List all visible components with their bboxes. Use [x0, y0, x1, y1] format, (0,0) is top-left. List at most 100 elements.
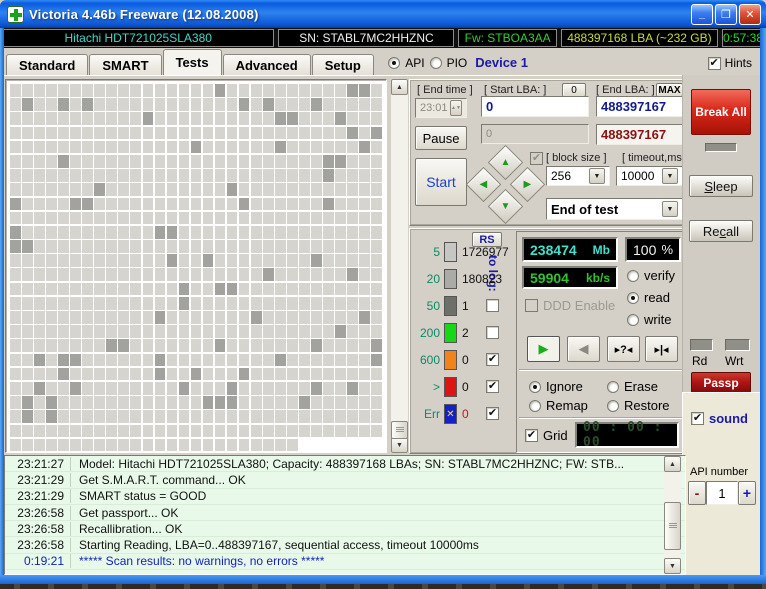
block-cell [46, 354, 57, 367]
log-entry: 23:21:29SMART status = GOOD [5, 489, 685, 505]
scan-backward-button[interactable]: ◀ [567, 336, 600, 362]
scroll-down-icon[interactable]: ▼ [391, 437, 408, 453]
read-radio[interactable] [627, 292, 639, 304]
hints-checkbox[interactable]: ✔ [708, 57, 721, 70]
end-action-dropdown[interactable]: End of test ▼ [546, 198, 683, 220]
maximize-button[interactable]: ❐ [715, 4, 737, 25]
start-lba-input[interactable]: 0 [481, 96, 589, 117]
timeout-label: [ timeout,ms ] [622, 152, 688, 164]
scan-forward-button[interactable]: ▶ [527, 336, 560, 362]
start-button[interactable]: Start [415, 158, 467, 206]
recall-button[interactable]: Recall [689, 220, 753, 242]
block-map-scrollbar[interactable]: ▲ ▼ [391, 79, 408, 453]
scroll-up-icon[interactable]: ▲ [664, 456, 681, 472]
api-number-plus-button[interactable]: + [738, 481, 756, 505]
to-log-checkbox->[interactable]: ✔ [486, 380, 499, 393]
block-cell [130, 254, 141, 267]
close-button[interactable]: ✕ [739, 4, 761, 25]
to-log-checkbox-err[interactable]: ✔ [486, 407, 499, 420]
erase-radio[interactable] [607, 381, 619, 393]
block-cell [251, 396, 262, 409]
dropdown-arrow-icon[interactable]: ▼ [589, 168, 605, 184]
remap-radio[interactable] [529, 400, 541, 412]
block-cell [82, 396, 93, 409]
tab-setup[interactable]: Setup [312, 54, 374, 75]
api-radio[interactable] [388, 57, 400, 69]
block-cell [215, 311, 226, 324]
block-cell [191, 425, 202, 438]
end-time-spinner[interactable]: 23:01 ▲▼ [415, 98, 467, 118]
scrollbar-thumb[interactable] [664, 502, 681, 550]
tab-tests[interactable]: Tests [163, 49, 222, 75]
block-cell [251, 283, 262, 296]
pad-down-button[interactable]: ▼ [488, 189, 523, 224]
pause-button[interactable]: Pause [415, 126, 467, 150]
block-cell [22, 354, 33, 367]
title-bar[interactable]: Victoria 4.46b Freeware (12.08.2008) _ ❐… [0, 0, 766, 28]
ddd-checkbox [525, 299, 538, 312]
block-cell [155, 198, 166, 211]
passp-button[interactable]: Passp [691, 372, 751, 393]
block-cell [191, 311, 202, 324]
block-cell [215, 183, 226, 196]
restore-radio[interactable] [607, 400, 619, 412]
verify-radio[interactable] [627, 270, 639, 282]
end-lba-input[interactable]: 488397167 [596, 96, 683, 117]
block-cell [311, 141, 322, 154]
block-cell [347, 368, 358, 381]
scan-jump-button[interactable]: ▸|◂ [645, 336, 678, 362]
to-log-checkbox-50[interactable] [486, 299, 499, 312]
pad-right-button[interactable]: ▶ [510, 167, 545, 202]
tab-advanced[interactable]: Advanced [223, 54, 311, 75]
percent-lcd: 100 % [625, 237, 681, 262]
block-cell [239, 368, 250, 381]
block-cell [10, 254, 21, 267]
tab-smart[interactable]: SMART [89, 54, 161, 75]
block-cell [143, 396, 154, 409]
api-number-minus-button[interactable]: - [688, 481, 706, 505]
block-cell [22, 141, 33, 154]
dropdown-arrow-icon[interactable]: ▼ [662, 168, 678, 184]
block-cell [143, 112, 154, 125]
scrollbar-thumb[interactable] [391, 421, 408, 439]
block-cell [10, 425, 21, 438]
grid-checkbox[interactable]: ✔ [525, 429, 538, 442]
block-cell [58, 325, 69, 338]
break-all-button[interactable]: Break All [691, 89, 751, 135]
scroll-up-icon[interactable]: ▲ [391, 79, 408, 95]
block-cell [287, 98, 298, 111]
dropdown-arrow-icon[interactable]: ▼ [662, 201, 678, 217]
minimize-button[interactable]: _ [691, 4, 713, 25]
timeout-dropdown[interactable]: 10000 ▼ [616, 166, 683, 186]
block-cell [94, 127, 105, 140]
scan-seek-button[interactable]: ▸?◂ [607, 336, 640, 362]
ignore-radio[interactable] [529, 381, 541, 393]
block-cell [215, 212, 226, 225]
remaining-lba-field: 488397167 [596, 124, 683, 145]
log-scrollbar[interactable]: ▲ ▼ [664, 456, 681, 574]
block-cell [287, 439, 298, 452]
block-cell [143, 382, 154, 395]
write-radio[interactable] [627, 314, 639, 326]
block-cell [215, 297, 226, 310]
block-cell [299, 183, 310, 196]
to-log-checkbox-200[interactable] [486, 326, 499, 339]
block-cell [323, 98, 334, 111]
start-lba-zero-button[interactable]: 0 [562, 83, 586, 97]
block-cell [191, 127, 202, 140]
block-cell [167, 212, 178, 225]
block-cell [251, 169, 262, 182]
block-cell [371, 325, 382, 338]
sleep-button[interactable]: Sleep [689, 175, 753, 197]
pio-radio[interactable] [430, 57, 442, 69]
sound-checkbox[interactable]: ✔ [691, 412, 704, 425]
log-message: Get S.M.A.R.T. command... OK [71, 473, 246, 487]
block-cell [227, 240, 238, 253]
end-lba-max-button[interactable]: MAX [656, 83, 683, 97]
to-log-checkbox-600[interactable]: ✔ [486, 353, 499, 366]
block-cell [311, 240, 322, 253]
tab-standard[interactable]: Standard [6, 54, 88, 75]
time-spin-icons[interactable]: ▲▼ [450, 100, 462, 116]
block-size-dropdown[interactable]: 256 ▼ [546, 166, 610, 186]
scroll-down-icon[interactable]: ▼ [664, 558, 681, 574]
